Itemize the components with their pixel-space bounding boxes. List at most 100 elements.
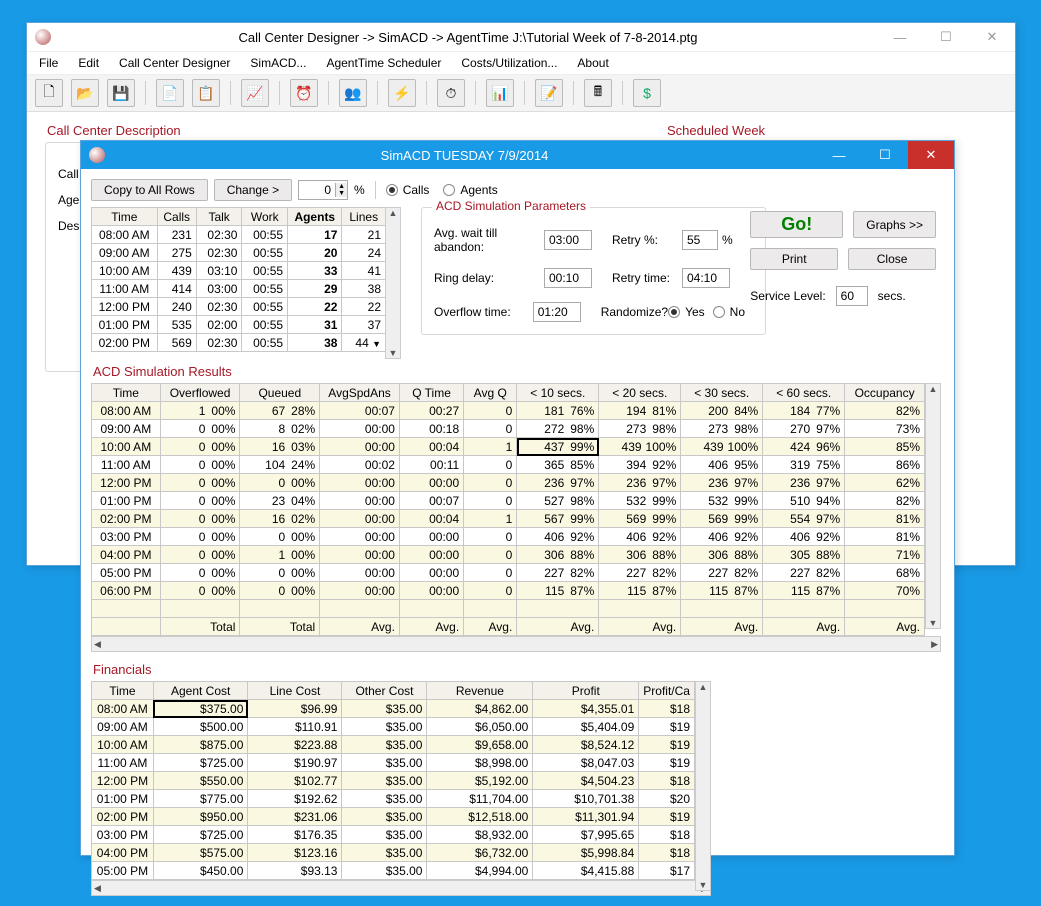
cell[interactable]: 19481% bbox=[599, 402, 681, 420]
cell[interactable]: 11587% bbox=[599, 582, 681, 600]
cell[interactable]: $110.91 bbox=[248, 718, 342, 736]
table-row[interactable]: 01:00 PM53502:0000:553137 bbox=[92, 316, 386, 334]
cell[interactable]: 40692% bbox=[517, 528, 599, 546]
cell[interactable]: 10:00 AM bbox=[92, 736, 154, 754]
cell[interactable]: $5,192.00 bbox=[427, 772, 533, 790]
vertical-scrollbar[interactable]: ▲▼ bbox=[385, 207, 401, 359]
cell[interactable]: $18 bbox=[639, 700, 695, 718]
cell[interactable]: 414 bbox=[157, 280, 196, 298]
cell[interactable]: $8,047.03 bbox=[533, 754, 639, 772]
menu-simacd[interactable]: SimACD... bbox=[250, 56, 306, 70]
menu-about[interactable]: About bbox=[577, 56, 608, 70]
cell[interactable]: 0 bbox=[464, 582, 517, 600]
minimize-button[interactable]: — bbox=[816, 141, 862, 169]
cell[interactable]: 18176% bbox=[517, 402, 599, 420]
ring-delay-input[interactable] bbox=[544, 268, 592, 288]
cell[interactable]: 6728% bbox=[240, 402, 320, 420]
menu-costs[interactable]: Costs/Utilization... bbox=[461, 56, 557, 70]
cell[interactable]: 24 bbox=[342, 244, 386, 262]
cell[interactable]: 43799% bbox=[517, 438, 599, 456]
cell[interactable]: 439 bbox=[157, 262, 196, 280]
cell[interactable]: 000% bbox=[240, 474, 320, 492]
cell[interactable]: 09:00 AM bbox=[92, 420, 161, 438]
cell[interactable]: 22 bbox=[288, 298, 342, 316]
cell[interactable]: 11587% bbox=[517, 582, 599, 600]
cell[interactable]: $450.00 bbox=[153, 862, 248, 880]
cell[interactable]: 02:30 bbox=[196, 334, 242, 352]
cell[interactable]: 86% bbox=[845, 456, 925, 474]
cell[interactable]: $18 bbox=[639, 772, 695, 790]
cell[interactable]: 00:11 bbox=[399, 456, 463, 474]
vertical-scrollbar[interactable]: ▲▼ bbox=[695, 681, 711, 891]
spinner-arrows-icon[interactable]: ▲▼ bbox=[335, 183, 347, 197]
financials-grid[interactable]: TimeAgent CostLine CostOther CostRevenue… bbox=[91, 681, 695, 880]
cell[interactable]: 569 bbox=[157, 334, 196, 352]
cell[interactable]: 00:00 bbox=[320, 510, 400, 528]
cell[interactable]: 00:04 bbox=[399, 510, 463, 528]
cell[interactable]: $10,701.38 bbox=[533, 790, 639, 808]
service-level-input[interactable] bbox=[836, 286, 868, 306]
cell[interactable]: $123.16 bbox=[248, 844, 342, 862]
cell[interactable]: 30688% bbox=[681, 546, 763, 564]
cell[interactable]: $19 bbox=[639, 736, 695, 754]
cell[interactable]: 04:00 PM bbox=[92, 546, 161, 564]
report-icon[interactable]: 📝 bbox=[535, 79, 563, 107]
open-icon[interactable]: 📂 bbox=[71, 79, 99, 107]
cell[interactable]: 02:00 PM bbox=[92, 808, 154, 826]
cell[interactable]: $5,998.84 bbox=[533, 844, 639, 862]
col-header[interactable]: Work bbox=[242, 208, 288, 226]
cell[interactable]: 85% bbox=[845, 438, 925, 456]
cell[interactable]: 00:00 bbox=[320, 492, 400, 510]
cell[interactable]: 02:00 PM bbox=[92, 334, 158, 352]
cell[interactable]: 10:00 AM bbox=[92, 262, 158, 280]
cell[interactable]: 00:00 bbox=[320, 564, 400, 582]
cell[interactable]: 56999% bbox=[681, 510, 763, 528]
cell[interactable]: 00:00 bbox=[320, 582, 400, 600]
cell[interactable]: $102.77 bbox=[248, 772, 342, 790]
cell[interactable]: 00:00 bbox=[320, 528, 400, 546]
cell[interactable]: $35.00 bbox=[342, 736, 427, 754]
cell[interactable]: 231 bbox=[157, 226, 196, 244]
cell[interactable]: 1 bbox=[464, 510, 517, 528]
change-button[interactable]: Change > bbox=[214, 179, 292, 201]
table-row[interactable]: 02:00 PM000%1602%00:0000:04156799%56999%… bbox=[92, 510, 925, 528]
cell[interactable]: 27398% bbox=[599, 420, 681, 438]
table-row[interactable]: 10:00 AM$875.00$223.88$35.00$9,658.00$8,… bbox=[92, 736, 695, 754]
cell[interactable]: 000% bbox=[160, 492, 240, 510]
table-row[interactable]: 02:00 PM$950.00$231.06$35.00$12,518.00$1… bbox=[92, 808, 695, 826]
table-row[interactable]: 03:00 PM000%000%00:0000:00040692%40692%4… bbox=[92, 528, 925, 546]
cell[interactable]: 05:00 PM bbox=[92, 564, 161, 582]
cell[interactable]: 00:07 bbox=[399, 492, 463, 510]
cell[interactable]: $9,658.00 bbox=[427, 736, 533, 754]
paste-icon[interactable]: 📋 bbox=[192, 79, 220, 107]
menu-edit[interactable]: Edit bbox=[78, 56, 99, 70]
cell[interactable]: 11:00 AM bbox=[92, 754, 154, 772]
col-header[interactable]: Q Time bbox=[399, 384, 463, 402]
table-row[interactable]: 11:00 AM000%10424%00:0200:11036585%39492… bbox=[92, 456, 925, 474]
cell[interactable]: $35.00 bbox=[342, 772, 427, 790]
cell[interactable]: 55497% bbox=[763, 510, 845, 528]
overflow-input[interactable] bbox=[533, 302, 581, 322]
cell[interactable]: 37 bbox=[342, 316, 386, 334]
cell[interactable]: 04:00 PM bbox=[92, 844, 154, 862]
col-header[interactable]: Overflowed bbox=[160, 384, 240, 402]
cell[interactable]: 802% bbox=[240, 420, 320, 438]
table-row[interactable]: 09:00 AM000%802%00:0000:18027298%27398%2… bbox=[92, 420, 925, 438]
cell[interactable]: 03:00 PM bbox=[92, 528, 161, 546]
vertical-scrollbar[interactable]: ▲▼ bbox=[925, 383, 941, 629]
cell[interactable]: 0 bbox=[464, 564, 517, 582]
cell[interactable]: $17 bbox=[639, 862, 695, 880]
cell[interactable]: $4,415.88 bbox=[533, 862, 639, 880]
cell[interactable]: $8,524.12 bbox=[533, 736, 639, 754]
cell[interactable]: 0 bbox=[464, 474, 517, 492]
cell[interactable]: 40692% bbox=[763, 528, 845, 546]
cell[interactable]: $4,862.00 bbox=[427, 700, 533, 718]
new-icon[interactable]: 🗋 bbox=[35, 79, 63, 107]
schedule-icon[interactable]: 📊 bbox=[486, 79, 514, 107]
col-header[interactable]: < 60 secs. bbox=[763, 384, 845, 402]
cell[interactable]: $4,994.00 bbox=[427, 862, 533, 880]
cell[interactable]: 100% bbox=[240, 546, 320, 564]
cell[interactable]: 31975% bbox=[763, 456, 845, 474]
cell[interactable]: 03:10 bbox=[196, 262, 242, 280]
cell[interactable]: 00:00 bbox=[399, 474, 463, 492]
